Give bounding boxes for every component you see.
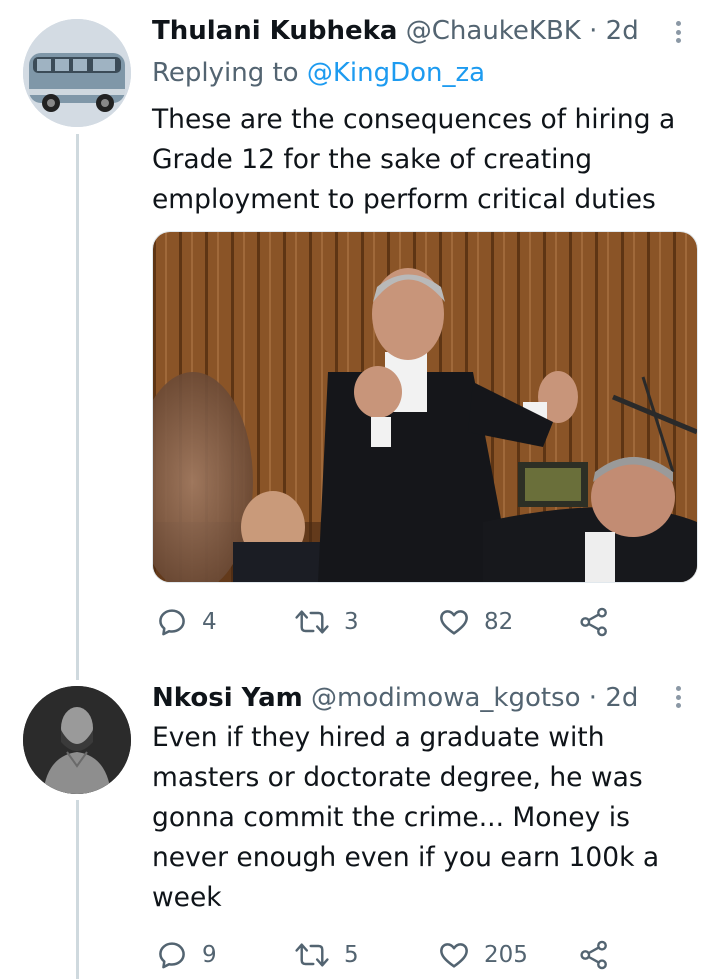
- man-portrait-icon: [23, 686, 131, 794]
- courtroom-photo-icon: [153, 232, 697, 582]
- share-button[interactable]: [578, 602, 610, 642]
- share-button[interactable]: [578, 935, 610, 975]
- replying-prefix: Replying to: [152, 58, 299, 88]
- author-handle[interactable]: @ChaukeKBK: [406, 16, 581, 46]
- tweet-actions: 9 5 205: [152, 935, 632, 975]
- author-name[interactable]: Thulani Kubheka: [152, 16, 397, 46]
- tweet-text: These are the consequences of hiring a G…: [152, 104, 676, 215]
- author-avatar[interactable]: [23, 686, 131, 794]
- tweet-1[interactable]: Thulani Kubheka @ChaukeKBK · 2d Replying…: [0, 0, 720, 680]
- tweet-time[interactable]: 2d: [605, 683, 638, 713]
- retweet-button[interactable]: 5: [294, 935, 359, 975]
- tweet-time[interactable]: 2d: [606, 16, 639, 46]
- retweet-icon: [295, 943, 329, 967]
- retweet-count: 3: [344, 609, 359, 635]
- reply-button[interactable]: 4: [156, 602, 217, 642]
- reply-count: 9: [202, 942, 217, 968]
- author-avatar[interactable]: [23, 19, 131, 127]
- retweet-count: 5: [344, 942, 359, 968]
- tweet-actions: 4 3 82: [152, 602, 632, 642]
- tweet-2[interactable]: Nkosi Yam @modimowa_kgotso · 2d Even if …: [0, 680, 720, 979]
- reply-count: 4: [202, 609, 217, 635]
- retweet-icon: [295, 610, 329, 634]
- more-options-icon[interactable]: [676, 21, 682, 43]
- author-handle[interactable]: @modimowa_kgotso: [311, 683, 581, 713]
- heart-icon: [440, 943, 468, 968]
- like-count: 205: [484, 942, 528, 968]
- tweet-media[interactable]: [152, 231, 698, 583]
- separator-dot: ·: [588, 683, 598, 713]
- heart-icon: [440, 610, 468, 635]
- van-icon: [23, 19, 131, 127]
- tweet-header: Nkosi Yam @modimowa_kgotso · 2d: [152, 683, 638, 713]
- reply-icon: [159, 942, 185, 969]
- retweet-button[interactable]: 3: [294, 602, 359, 642]
- thread-line: [76, 134, 79, 680]
- thread-line: [76, 800, 79, 979]
- like-button[interactable]: 205: [438, 935, 528, 975]
- replying-to: Replying to @KingDon_za: [152, 58, 485, 88]
- like-button[interactable]: 82: [438, 602, 513, 642]
- share-icon: [580, 940, 607, 970]
- tweet-header: Thulani Kubheka @ChaukeKBK · 2d: [152, 16, 639, 46]
- more-options-icon[interactable]: [676, 686, 682, 708]
- like-count: 82: [484, 609, 514, 635]
- author-name[interactable]: Nkosi Yam: [152, 683, 303, 713]
- separator-dot: ·: [589, 16, 598, 46]
- reply-button[interactable]: 9: [156, 935, 217, 975]
- tweet-text: Even if they hired a graduate with maste…: [152, 722, 660, 913]
- share-icon: [580, 607, 607, 637]
- reply-icon: [159, 609, 185, 636]
- replying-mention[interactable]: @KingDon_za: [307, 58, 485, 88]
